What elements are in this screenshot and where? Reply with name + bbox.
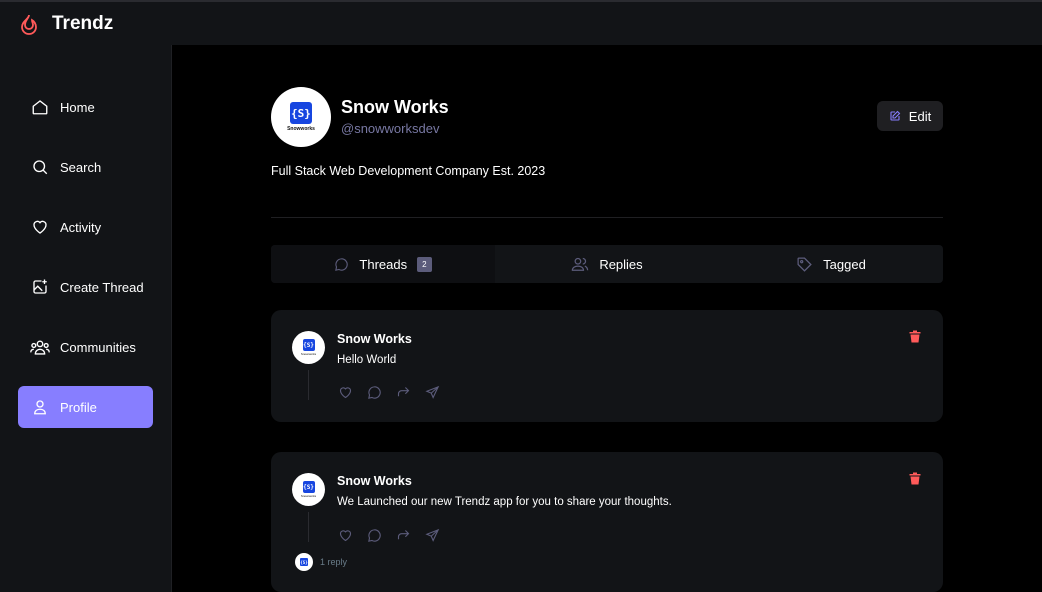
user-icon — [30, 397, 50, 417]
replies-summary[interactable]: {S} 1 reply — [295, 553, 347, 571]
heart-icon — [30, 217, 50, 237]
main-content: {S} Snowworks Snow Works @snowworksdev E… — [173, 45, 1042, 592]
author-avatar[interactable]: {S} Snowworks — [292, 331, 325, 364]
profile-bio: Full Stack Web Development Company Est. … — [271, 164, 546, 178]
left-sidebar: Home Search Activity Create Thread Commu… — [0, 45, 172, 592]
repost-icon[interactable] — [395, 384, 412, 401]
profile-name: Snow Works — [341, 97, 449, 117]
delete-icon[interactable] — [909, 472, 921, 485]
message-circle-icon — [334, 257, 349, 272]
tag-icon — [796, 256, 813, 273]
tab-replies[interactable]: Replies — [495, 245, 719, 283]
heart-icon[interactable] — [337, 384, 354, 401]
home-icon — [30, 97, 50, 117]
share-icon[interactable] — [424, 384, 441, 401]
heart-icon[interactable] — [337, 527, 354, 544]
sidebar-item-create-thread[interactable]: Create Thread — [18, 266, 153, 308]
brand-name[interactable]: Trendz — [52, 13, 113, 35]
avatar-caption: Snowworks — [300, 352, 317, 356]
avatar-logo: {S} — [302, 339, 315, 351]
delete-icon[interactable] — [909, 330, 921, 343]
avatar-logo: {S} — [302, 481, 315, 493]
thread-author[interactable]: Snow Works — [337, 332, 412, 346]
author-avatar[interactable]: {S} Snowworks — [292, 473, 325, 506]
avatar-caption: Snowworks — [287, 126, 315, 132]
sidebar-item-label: Profile — [60, 399, 97, 415]
reply-count[interactable]: 1 reply — [320, 557, 347, 567]
tab-threads[interactable]: Threads 2 — [271, 245, 495, 283]
thread-line — [308, 512, 309, 542]
sidebar-item-communities[interactable]: Communities — [18, 326, 153, 368]
edit-label: Edit — [908, 108, 932, 124]
edit-icon — [889, 110, 901, 122]
image-plus-icon — [30, 277, 50, 297]
tab-label: Threads — [359, 256, 408, 272]
users-icon — [30, 337, 50, 357]
thread-content: We Launched our new Trendz app for you t… — [337, 496, 672, 508]
thread-content: Hello World — [337, 354, 397, 366]
reply-icon[interactable] — [366, 527, 383, 544]
tab-tagged[interactable]: Tagged — [719, 245, 943, 283]
repost-icon[interactable] — [395, 527, 412, 544]
avatar-caption: Snowworks — [300, 494, 317, 498]
share-icon[interactable] — [424, 527, 441, 544]
profile-avatar[interactable]: {S} Snowworks — [271, 87, 331, 147]
sidebar-item-profile[interactable]: Profile — [18, 386, 153, 428]
edit-profile-button[interactable]: Edit — [877, 101, 943, 131]
flame-logo-icon[interactable] — [18, 13, 40, 35]
reply-icon[interactable] — [366, 384, 383, 401]
users-icon — [571, 256, 589, 272]
thread-author[interactable]: Snow Works — [337, 474, 412, 488]
thread-card: {S} Snowworks Snow Works Hello World — [271, 310, 943, 422]
thread-line — [308, 370, 309, 400]
threads-count-badge: 2 — [417, 256, 432, 272]
sidebar-item-label: Create Thread — [60, 279, 144, 295]
thread-actions — [337, 527, 441, 544]
thread-card: {S} Snowworks Snow Works We Launched our… — [271, 452, 943, 592]
profile-handle: @snowworksdev — [341, 121, 440, 136]
reply-avatar: {S} — [295, 553, 313, 571]
tab-label: Replies — [599, 256, 643, 272]
divider — [271, 217, 943, 218]
sidebar-item-label: Activity — [60, 219, 102, 235]
avatar-logo: {S} — [289, 102, 312, 124]
sidebar-item-label: Search — [60, 159, 102, 175]
sidebar-item-home[interactable]: Home — [18, 86, 153, 128]
tab-label: Tagged — [823, 256, 866, 272]
sidebar-item-activity[interactable]: Activity — [18, 206, 153, 248]
top-bar: Trendz — [0, 0, 1042, 45]
thread-actions — [337, 384, 441, 401]
sidebar-item-search[interactable]: Search — [18, 146, 153, 188]
profile-tabs: Threads 2 Replies Tagged — [271, 245, 943, 283]
sidebar-item-label: Communities — [60, 339, 136, 355]
search-icon — [30, 157, 50, 177]
avatar-logo: {S} — [300, 558, 308, 566]
sidebar-item-label: Home — [60, 99, 95, 115]
